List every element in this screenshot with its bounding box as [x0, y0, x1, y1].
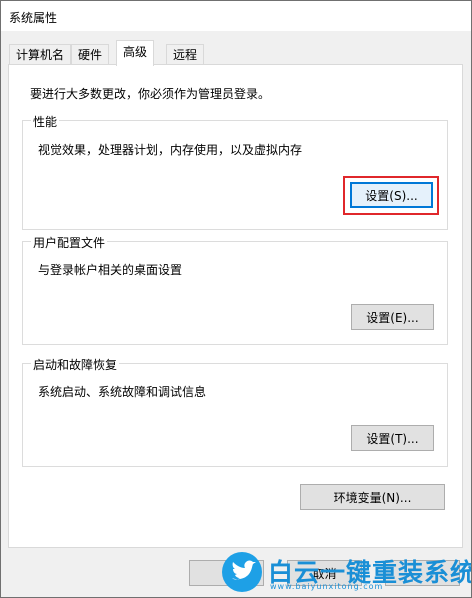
highlight-box [343, 176, 439, 215]
bird-icon [222, 552, 262, 592]
tab-computer-name[interactable]: 计算机名 [9, 44, 72, 65]
tab-remote[interactable]: 远程 [166, 44, 205, 65]
admin-note: 要进行大多数更改，你必须作为管理员登录。 [30, 87, 271, 101]
watermark: 白云一键重装系统 www.baiyunxitong.com [218, 550, 472, 594]
performance-title: 性能 [31, 113, 60, 130]
startup-recovery-group [22, 363, 448, 467]
performance-desc: 视觉效果，处理器计划，内存使用，以及虚拟内存 [38, 143, 303, 157]
window-title: 系统属性 [9, 11, 58, 25]
environment-variables-button[interactable]: 环境变量(N)... [300, 484, 445, 510]
user-profiles-desc: 与登录帐户相关的桌面设置 [38, 263, 183, 277]
tab-label: 高级 [123, 45, 148, 59]
tab-label: 远程 [173, 48, 198, 62]
startup-recovery-desc: 系统启动、系统故障和调试信息 [38, 385, 207, 399]
tab-label: 硬件 [78, 48, 103, 62]
startup-recovery-title: 启动和故障恢复 [31, 356, 120, 373]
title-bar: 系统属性 [0, 0, 472, 31]
tab-label: 计算机名 [16, 48, 65, 62]
user-profiles-title: 用户配置文件 [31, 234, 108, 251]
tab-advanced[interactable]: 高级 [116, 40, 155, 66]
watermark-url: www.baiyunxitong.com [270, 582, 384, 591]
startup-recovery-settings-button[interactable]: 设置(T)... [351, 425, 434, 451]
tab-hardware[interactable]: 硬件 [71, 44, 110, 65]
user-profiles-settings-button[interactable]: 设置(E)... [351, 304, 434, 330]
